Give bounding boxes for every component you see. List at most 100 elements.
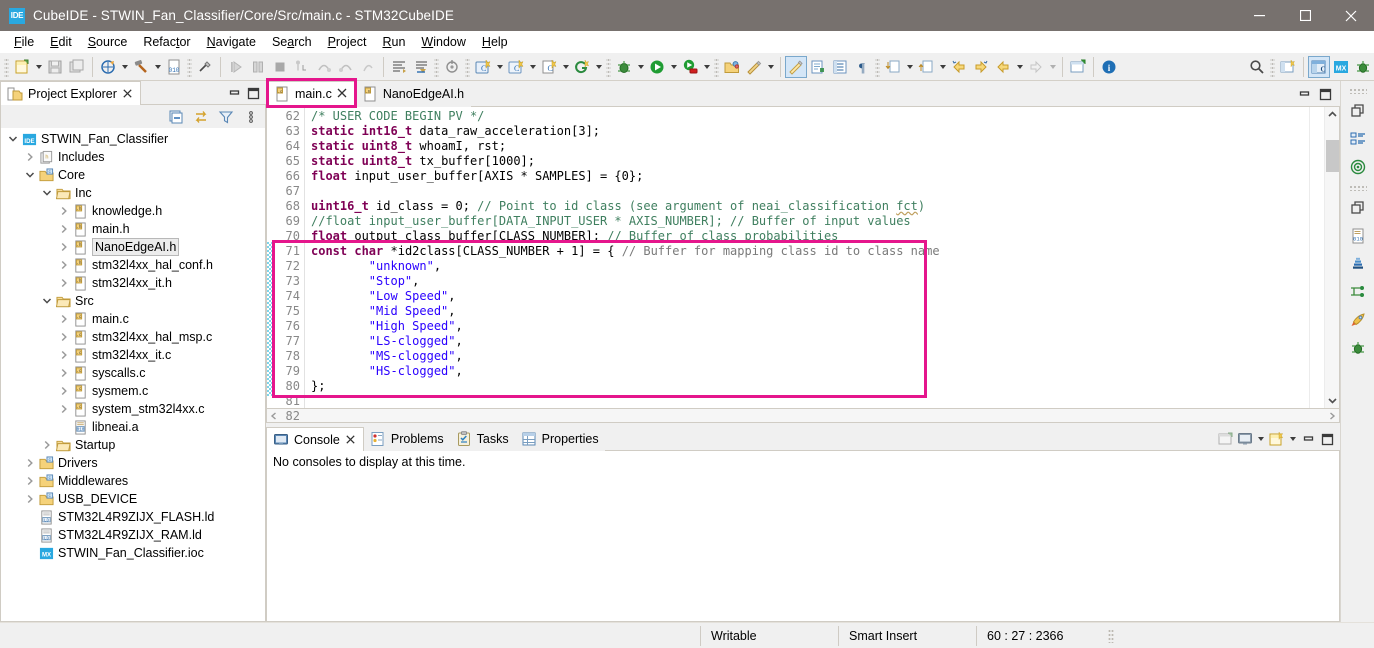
new-cpp-project-dropdown-icon[interactable] — [527, 56, 538, 78]
chevron-right-icon[interactable] — [39, 437, 55, 453]
editor-vertical-scrollbar[interactable] — [1324, 107, 1339, 408]
skip-breakpoints-dropdown-icon[interactable] — [765, 56, 776, 78]
static-stack-icon[interactable] — [1345, 251, 1371, 277]
overview-ruler[interactable] — [1309, 107, 1324, 408]
toolbar-grip[interactable] — [4, 56, 9, 77]
new-c-file-icon[interactable]: 010 — [163, 56, 185, 78]
tree-item-sysmem-c[interactable]: .c sysmem.c — [1, 382, 265, 400]
toolbar-grip-7[interactable] — [875, 56, 880, 77]
build-all-dropdown-icon[interactable] — [119, 56, 130, 78]
close-icon[interactable] — [122, 88, 134, 100]
launch-icon[interactable] — [1345, 307, 1371, 333]
tree-item-usb-device[interactable]: c USB_DEVICE — [1, 490, 265, 508]
chevron-right-icon[interactable] — [22, 473, 38, 489]
toolbar-grip-3[interactable] — [434, 56, 439, 77]
new-console-dropdown-icon[interactable] — [1287, 428, 1298, 450]
device-config-icon[interactable] — [441, 56, 463, 78]
menu-edit[interactable]: Edit — [42, 32, 80, 52]
forward-icon[interactable] — [1025, 56, 1047, 78]
tree-item-inc[interactable]: Inc — [1, 184, 265, 202]
step-over-icon[interactable] — [313, 56, 335, 78]
code-line[interactable]: static int16_t data_raw_acceleration[3]; — [311, 124, 1309, 139]
pilcrow-icon[interactable]: ¶ — [851, 56, 873, 78]
tab-console[interactable]: Console — [266, 427, 364, 451]
tree-item-stm32l4xx-it-c[interactable]: .c stm32l4xx_it.c — [1, 346, 265, 364]
code-line[interactable]: uint16_t id_class = 0; // Point to id cl… — [311, 199, 1309, 214]
code-line[interactable]: static uint8_t whoamI, rst; — [311, 139, 1309, 154]
menu-help[interactable]: Help — [474, 32, 516, 52]
new-cpp-project-icon[interactable]: C — [505, 56, 527, 78]
code-line[interactable]: "High Speed", — [311, 319, 1309, 334]
tab-main-c[interactable]: .c main.c — [266, 81, 355, 107]
run-external-dropdown-icon[interactable] — [701, 56, 712, 78]
tree-item-stm32l4xx-it-h[interactable]: .h stm32l4xx_it.h — [1, 274, 265, 292]
code-line[interactable]: "HS-clogged", — [311, 364, 1309, 379]
toggle-mark-occurrences-icon[interactable] — [194, 56, 216, 78]
maximize-view-icon[interactable] — [1317, 86, 1334, 103]
new-window-icon[interactable] — [1067, 56, 1089, 78]
debug-bug-icon[interactable] — [1345, 335, 1371, 361]
view-menu-icon[interactable] — [242, 108, 260, 126]
debug-dropdown-icon[interactable] — [635, 56, 646, 78]
console-output[interactable]: No consoles to display at this time. — [266, 451, 1340, 622]
perspective-c-icon[interactable]: C — [1308, 55, 1330, 78]
chevron-down-icon[interactable] — [39, 185, 55, 201]
new-file-dropdown-icon[interactable] — [33, 56, 44, 78]
outline-view-icon[interactable] — [1345, 126, 1371, 152]
tab-properties[interactable]: Properties — [514, 427, 605, 451]
code-line[interactable] — [311, 394, 1309, 408]
chevron-right-icon[interactable] — [56, 257, 72, 273]
display-console-icon[interactable] — [1236, 431, 1253, 448]
code-line[interactable]: const char *id2class[CLASS_NUMBER + 1] =… — [311, 244, 1309, 259]
tab-problems[interactable]: Problems — [363, 427, 450, 451]
chevron-right-icon[interactable] — [56, 203, 72, 219]
restore-2-icon[interactable] — [1345, 195, 1371, 221]
chevron-right-icon[interactable] — [1325, 409, 1339, 423]
step-into-icon[interactable] — [291, 56, 313, 78]
run-external-icon[interactable] — [679, 56, 701, 78]
chevron-down-icon[interactable] — [39, 293, 55, 309]
resume-icon[interactable] — [225, 56, 247, 78]
chevron-right-icon[interactable] — [56, 347, 72, 363]
code-line[interactable]: //float input_user_buffer[DATA_INPUT_USE… — [311, 214, 1309, 229]
minimize-view-icon[interactable] — [226, 85, 243, 102]
tree-item-stm32l4r9zijx-ram-ld[interactable]: LD STM32L4R9ZIJX_RAM.ld — [1, 526, 265, 544]
edit-pencil-icon[interactable] — [785, 55, 807, 78]
menu-run[interactable]: Run — [374, 32, 413, 52]
toolbar-grip-6[interactable] — [714, 56, 719, 77]
tree-item-src[interactable]: Src — [1, 292, 265, 310]
perspective-mx-icon[interactable]: MX — [1330, 56, 1352, 78]
chevron-down-icon[interactable] — [1325, 393, 1340, 408]
chevron-right-icon[interactable] — [56, 401, 72, 417]
tree-item-system-stm32l4xx-c[interactable]: .c system_stm32l4xx.c — [1, 400, 265, 418]
close-icon[interactable] — [345, 434, 357, 446]
new-c-project-icon[interactable]: C — [472, 56, 494, 78]
build-hammer-dropdown-icon[interactable] — [152, 56, 163, 78]
status-grip[interactable] — [1108, 628, 1114, 643]
tree-item-main-h[interactable]: .h main.h — [1, 220, 265, 238]
toolbar-grip-2[interactable] — [187, 56, 192, 77]
toolbar-grip-4[interactable] — [465, 56, 470, 77]
menu-file[interactable]: File — [6, 32, 42, 52]
chevron-up-icon[interactable] — [1325, 107, 1340, 122]
code-line[interactable]: /* USER CODE BEGIN PV */ — [311, 109, 1309, 124]
code-line[interactable]: "Stop", — [311, 274, 1309, 289]
restore-icon[interactable] — [1345, 98, 1371, 124]
open-project-icon[interactable] — [721, 56, 743, 78]
tree-item-startup[interactable]: Startup — [1, 436, 265, 454]
back-icon[interactable] — [992, 56, 1014, 78]
code-line[interactable] — [311, 184, 1309, 199]
new-element-icon[interactable] — [571, 56, 593, 78]
skip-breakpoints-icon[interactable] — [743, 56, 765, 78]
back-dropdown-icon[interactable] — [1014, 56, 1025, 78]
code-line[interactable]: "Low Speed", — [311, 289, 1309, 304]
debug-icon[interactable] — [613, 56, 635, 78]
tree-item-stm32l4xx-hal-msp-c[interactable]: .c stm32l4xx_hal_msp.c — [1, 328, 265, 346]
maximize-view-icon[interactable] — [1319, 431, 1336, 448]
minimize-view-icon[interactable] — [1300, 431, 1317, 448]
code-line[interactable]: }; — [311, 379, 1309, 394]
unindent-icon[interactable] — [410, 56, 432, 78]
build-all-icon[interactable] — [97, 56, 119, 78]
tree-item-main-c[interactable]: .c main.c — [1, 310, 265, 328]
menu-navigate[interactable]: Navigate — [199, 32, 264, 52]
